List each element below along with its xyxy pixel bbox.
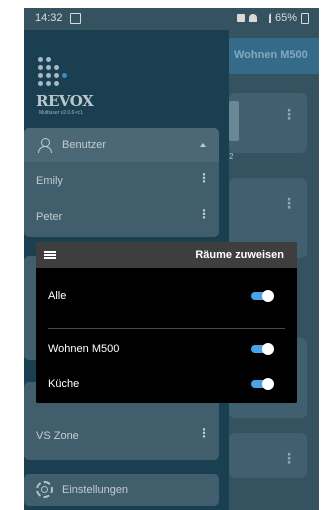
toggle-label-all: Alle xyxy=(48,290,67,302)
toggle-row-all: Alle xyxy=(36,286,297,306)
phone-screen: 14:32 65% Wohnen M500 2 ⋮ ⋮ ⋮ xyxy=(24,8,319,510)
room-label-kueche: Küche xyxy=(48,378,80,390)
room-label-wohnen: Wohnen M500 xyxy=(48,343,120,355)
toggle-all[interactable] xyxy=(251,290,274,302)
dialog-divider xyxy=(48,328,285,329)
dialog-title: Räume zuweisen xyxy=(195,249,284,261)
toggle-room-wohnen[interactable] xyxy=(251,343,274,355)
toggle-room-kueche[interactable] xyxy=(251,378,274,390)
menu-icon[interactable] xyxy=(44,251,56,259)
assign-rooms-dialog: Räume zuweisen Alle Wohnen M500 Küche xyxy=(36,242,297,403)
toggle-row-room: Küche xyxy=(36,374,297,394)
dialog-header: Räume zuweisen xyxy=(36,242,297,268)
toggle-row-room: Wohnen M500 xyxy=(36,339,297,359)
